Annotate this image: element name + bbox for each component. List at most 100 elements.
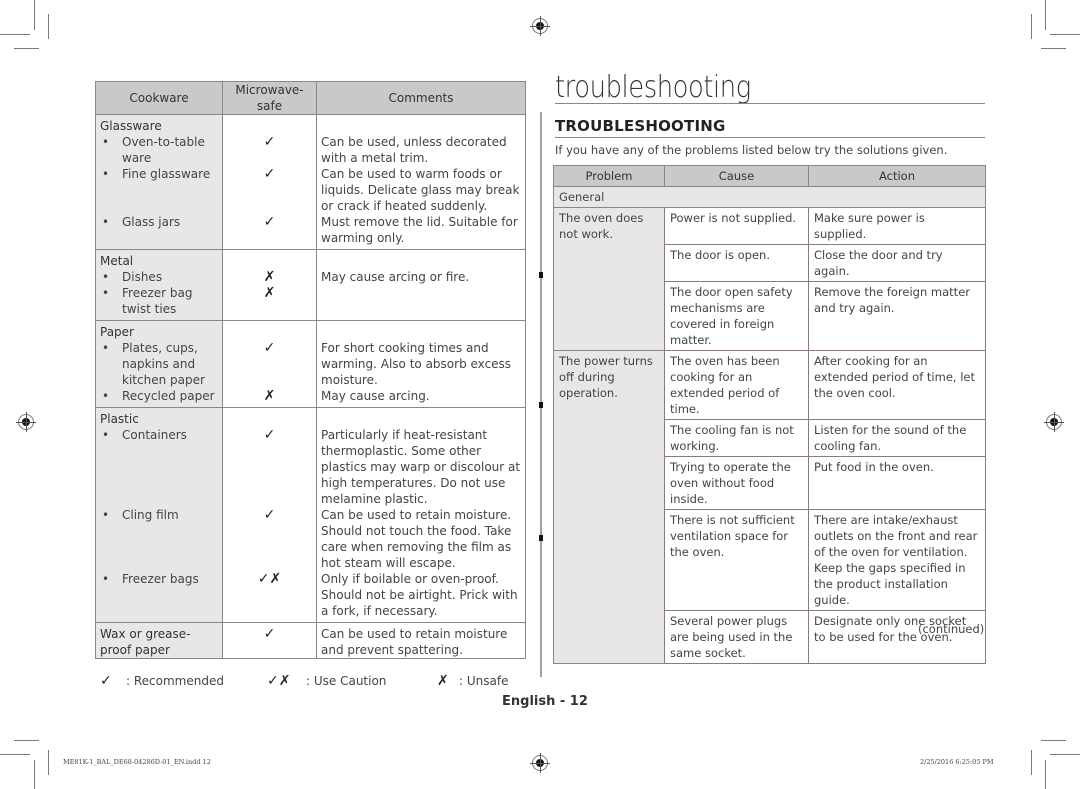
bullet-icon: • (102, 508, 110, 522)
comment-cell: Can be used to retain moisture. Should n… (316, 507, 526, 571)
safety-mark-icon: ✓ (222, 427, 317, 507)
cookware-table: Cookware Microwave-safe Comments Glasswa… (95, 81, 526, 659)
bullet-item: • Containers (100, 427, 218, 443)
header-action: Action (808, 165, 986, 187)
registration-mark-icon (530, 753, 550, 773)
empty-cell (316, 249, 526, 269)
safety-mark-icon: ✓ (222, 166, 317, 214)
table-row: • Oven-to-table ware ✓ Can be used, unless … (95, 134, 526, 166)
action-cell: Remove the foreign matter and try again. (808, 281, 986, 351)
cookware-cell: • Recycled paper (95, 388, 223, 408)
cookware-name: Freezer bag twist ties (122, 286, 193, 316)
cookware-name: Containers (122, 428, 187, 442)
crop-mark (48, 750, 49, 775)
cause-cell: Several power plugs are being used in th… (664, 610, 809, 664)
empty-cell (222, 320, 317, 340)
crop-mark (34, 0, 35, 30)
table-row: • Freezer bags ✓✗ Only if boilable or oven-… (95, 571, 526, 623)
bullet-item: • Cling film (100, 507, 218, 523)
crop-mark (1031, 750, 1032, 775)
empty-cell (222, 249, 317, 269)
troubleshooting-table: Problem Cause Action General The oven doe… (553, 165, 986, 664)
cookware-name: Fine glassware (122, 167, 211, 181)
group-title: Glassware (95, 114, 223, 134)
cookware-cell: • Freezer bag twist ties (95, 285, 223, 321)
section-title-rule (555, 137, 985, 138)
gutter-mark (539, 272, 543, 278)
comment-cell: Can be used to retain moisture and preve… (316, 622, 526, 659)
category-label: General (553, 186, 986, 208)
action-cell: Make sure power is supplied. (808, 207, 986, 245)
legend-unsafe-label: : Unsafe (459, 674, 509, 688)
crop-mark (1045, 760, 1046, 789)
legend-unsafe-symbol: ✗ (437, 673, 449, 689)
action-cell: Put food in the oven. (808, 456, 986, 510)
legend-caution-label: : Use Caution (306, 674, 387, 688)
cookware-name: Wax or grease-proof paper (95, 622, 223, 659)
legend-recommended-label: : Recommended (126, 674, 224, 688)
group-title: Metal (95, 249, 223, 269)
problem-cell: The oven does not work. (553, 207, 665, 351)
bullet-icon: • (102, 215, 110, 229)
comment-cell: Must remove the lid. Suitable for warmin… (316, 214, 526, 250)
table-row: • Dishes ✗ May cause arcing or fire. (95, 269, 526, 285)
table-row: • Glass jars ✓ Must remove the lid. Suitabl… (95, 214, 526, 250)
safety-mark-icon: ✓ (222, 340, 317, 388)
safety-mark-icon: ✗ (222, 269, 317, 285)
registration-mark-icon (16, 412, 36, 432)
table-row: The oven does not work. Power is not supp… (553, 207, 986, 351)
cause-cell: The door open safety mechanisms are cove… (664, 281, 809, 351)
group-title: Paper (95, 320, 223, 340)
header-cookware: Cookware (95, 81, 223, 115)
table-row: The power turns off during operation. The… (553, 350, 986, 664)
cookware-cell: • Dishes (95, 269, 223, 285)
cause-cell: There is not sufficient ventilation spac… (664, 509, 809, 611)
cookware-name: Oven-to-table ware (122, 135, 205, 165)
crop-mark (1050, 754, 1080, 755)
bullet-icon: • (102, 286, 110, 300)
cookware-name: Cling film (122, 508, 179, 522)
group-row: Paper (95, 320, 526, 340)
group-row: Glassware (95, 114, 526, 134)
chapter-title: troubleshooting (555, 70, 751, 105)
cause-cell: The oven has been cooking for an extende… (664, 350, 809, 420)
empty-cell (316, 407, 526, 427)
section-title: TROUBLESHOOTING (555, 117, 726, 135)
cookware-cell: • Glass jars (95, 214, 223, 250)
intro-text: If you have any of the problems listed b… (555, 143, 948, 157)
group-row: Plastic (95, 407, 526, 427)
bullet-icon: • (102, 135, 110, 149)
cookware-cell: • Containers (95, 427, 223, 507)
empty-cell (316, 114, 526, 134)
safety-mark-icon: ✓ (222, 507, 317, 571)
action-cell: Close the door and try again. (808, 244, 986, 282)
comment-cell: For short cooking times and warming. Als… (316, 340, 526, 388)
table-row: • Plates, cups, napkins and kitchen paper… (95, 340, 526, 388)
comment-cell: Can be used, unless decorated with a met… (316, 134, 526, 166)
header-problem: Problem (553, 165, 665, 187)
registration-mark-icon (530, 16, 550, 36)
safety-mark-icon: ✓ (222, 622, 317, 659)
cause-cell: Trying to operate the oven without food … (664, 456, 809, 510)
cause-cell: Power is not supplied. (664, 207, 809, 245)
bullet-item: • Recycled paper (100, 388, 218, 404)
bullet-icon: • (102, 270, 110, 284)
action-cell: Designate only one socket to be used for… (808, 610, 986, 664)
crop-mark (1041, 48, 1066, 49)
cookware-cell: • Plates, cups, napkins and kitchen paper (95, 340, 223, 388)
action-cell: After cooking for an extended period of … (808, 350, 986, 420)
cookware-cell: • Oven-to-table ware (95, 134, 223, 166)
problem-cell: The power turns off during operation. (553, 350, 665, 664)
registration-mark-icon (1044, 412, 1064, 432)
bullet-item: • Dishes (100, 269, 218, 285)
footer-file-name: ME81K-1_BAL_DE68-04286D-01_EN.indd 12 (63, 758, 211, 766)
bullet-item: • Glass jars (100, 214, 218, 230)
crop-mark (0, 34, 30, 35)
crop-mark (1041, 740, 1066, 741)
crop-mark (48, 14, 49, 39)
group-row: Metal (95, 249, 526, 269)
header-comments: Comments (316, 81, 526, 115)
cookware-cell: • Freezer bags (95, 571, 223, 623)
comment-cell: May cause arcing. (316, 388, 526, 408)
safety-mark-icon: ✓✗ (222, 571, 317, 623)
